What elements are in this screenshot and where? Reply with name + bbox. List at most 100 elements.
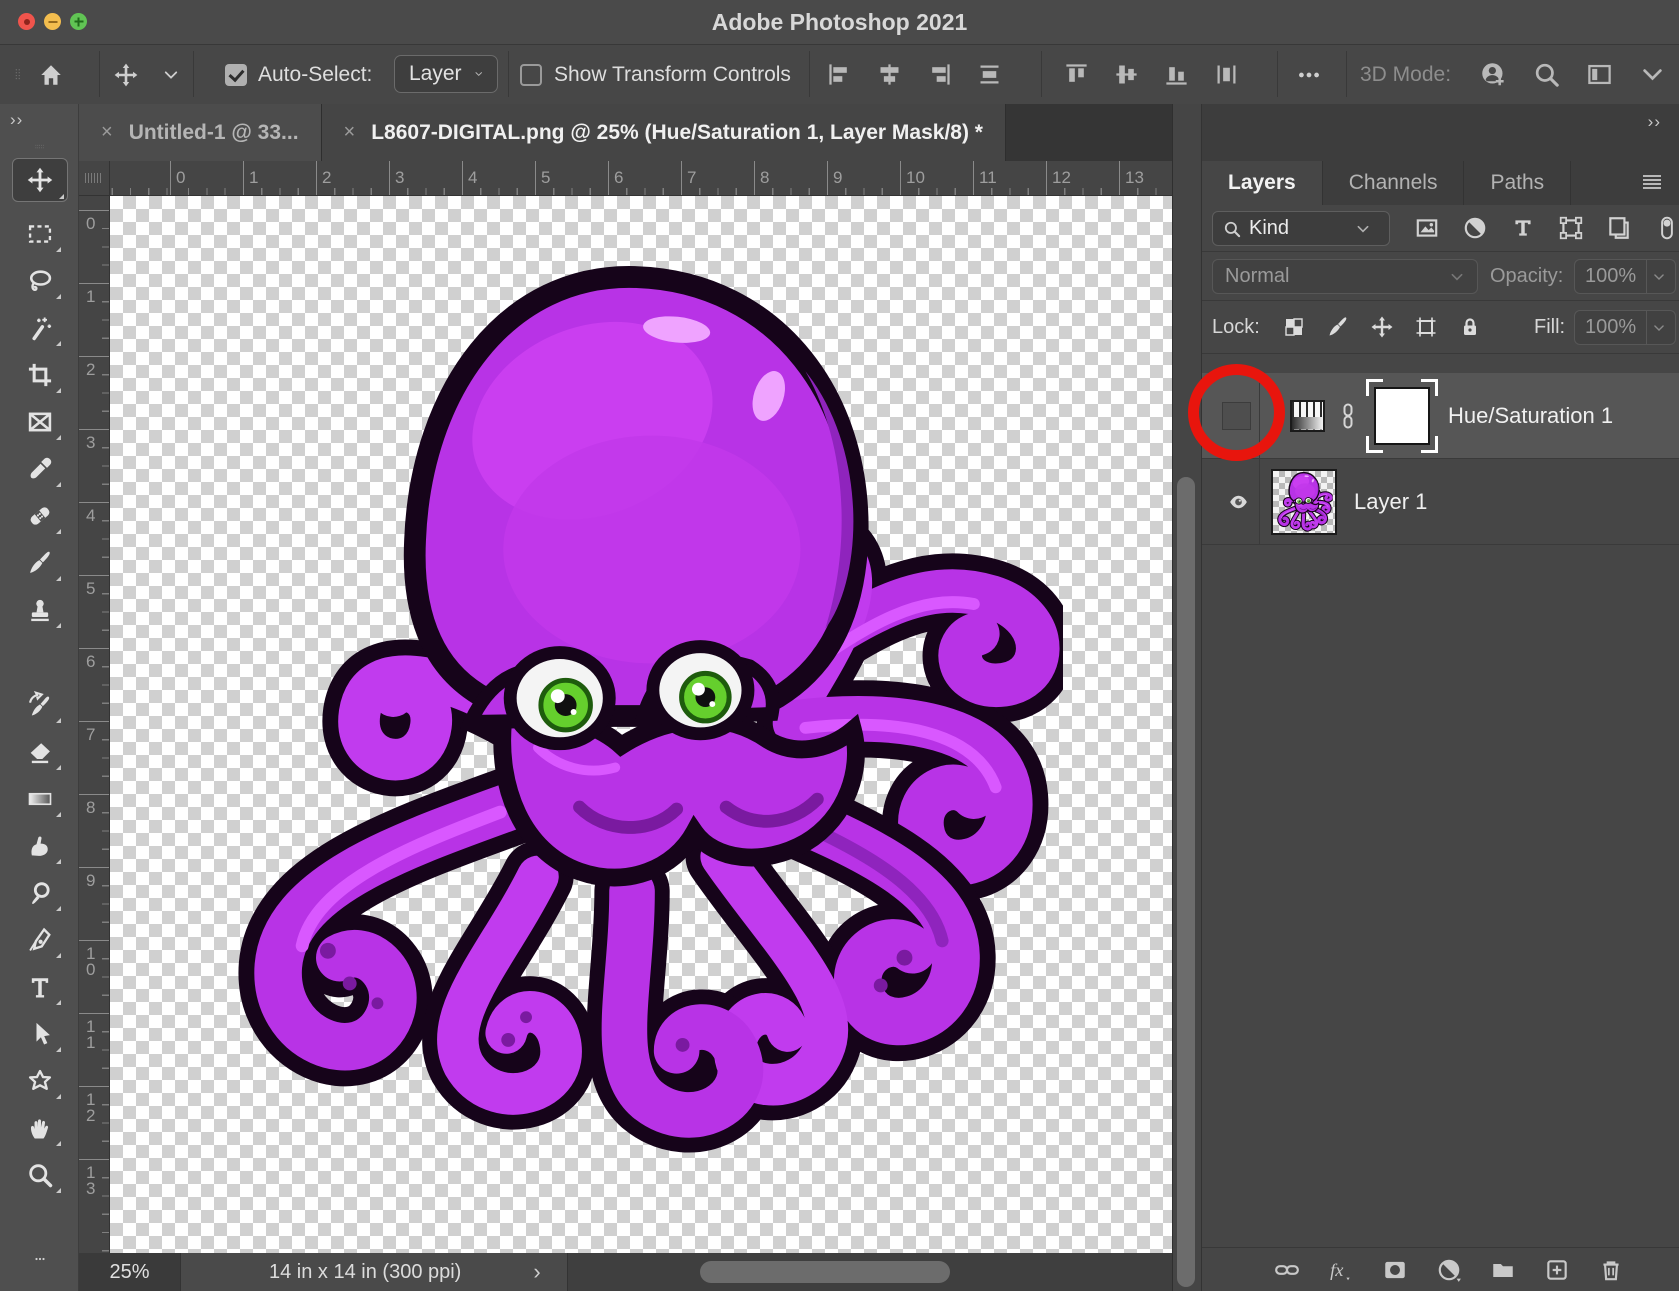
layer-name[interactable]: Layer 1 <box>1354 459 1427 545</box>
visibility-cell[interactable] <box>1202 459 1260 545</box>
move-tool[interactable] <box>12 158 68 202</box>
options-grip-icon[interactable] <box>14 63 28 87</box>
align-middle-v-icon[interactable] <box>1113 61 1140 88</box>
opacity-field[interactable]: 100% <box>1574 259 1676 294</box>
align-bottom-icon[interactable] <box>1163 61 1190 88</box>
pixel-layer-icon[interactable] <box>1414 215 1440 241</box>
align-center-h-icon[interactable] <box>876 61 903 88</box>
eyedropper-tool[interactable] <box>25 454 55 484</box>
tool-preset-chevron-icon[interactable] <box>162 66 180 84</box>
gradient-tool[interactable] <box>25 784 55 814</box>
auto-select-target-dropdown[interactable]: Layer <box>394 55 498 93</box>
tools-grip-icon[interactable] <box>22 142 58 152</box>
lock-artboard-icon[interactable] <box>1414 315 1438 339</box>
stamp-tool[interactable] <box>25 595 55 625</box>
smudge-tool[interactable] <box>25 831 55 861</box>
auto-select-target-value: Layer <box>409 62 462 86</box>
layer-name[interactable]: Hue/Saturation 1 <box>1448 373 1613 459</box>
panel-header: ›› <box>1202 104 1679 161</box>
account-add-icon[interactable] <box>1480 61 1507 88</box>
tab-channels[interactable]: Channels <box>1323 161 1465 205</box>
align-right-icon[interactable] <box>926 61 953 88</box>
zoom-level[interactable]: 25% <box>79 1253 180 1291</box>
tab-paths[interactable]: Paths <box>1464 161 1571 205</box>
ruler-corner[interactable] <box>79 161 110 196</box>
close-tab-icon[interactable]: × <box>101 121 113 144</box>
lasso-tool[interactable] <box>25 266 55 296</box>
ruler-mark: 3 <box>79 429 110 430</box>
document-dimensions: 14 in x 14 in (300 ppi) <box>269 1261 461 1284</box>
dodge-tool[interactable] <box>25 878 55 908</box>
frame-tool[interactable] <box>25 407 55 437</box>
document-tab[interactable]: × L8607-DIGITAL.png @ 25% (Hue/Saturation… <box>322 104 1006 161</box>
shape-tool[interactable] <box>25 1066 55 1096</box>
healing-tool[interactable] <box>25 501 55 531</box>
adjustment-layer-icon[interactable] <box>1462 215 1488 241</box>
eraser-tool[interactable] <box>25 737 55 767</box>
tools-expand-chevrons[interactable]: ›› <box>10 110 23 130</box>
mask-link-icon[interactable] <box>1336 395 1360 437</box>
distribute-v-icon[interactable] <box>1213 61 1240 88</box>
delete-layer-icon[interactable] <box>1598 1257 1624 1283</box>
add-mask-icon[interactable] <box>1382 1257 1408 1283</box>
layer-effects-icon[interactable]: fx <box>1328 1257 1354 1283</box>
marquee-tool[interactable] <box>25 219 55 249</box>
history-tool[interactable] <box>25 690 55 720</box>
layer-mask-thumbnail[interactable] <box>1366 379 1438 453</box>
type-layer-icon[interactable] <box>1510 215 1536 241</box>
tab-layers[interactable]: Layers <box>1202 161 1323 205</box>
move-tool-preset-icon[interactable] <box>113 62 139 88</box>
adjustment-layer-thumbnail[interactable] <box>1290 400 1325 432</box>
horizontal-scrollbar-thumb[interactable] <box>700 1261 950 1283</box>
eye-icon[interactable] <box>1225 492 1252 512</box>
wand-tool[interactable] <box>25 313 55 343</box>
lock-position-icon[interactable] <box>1370 315 1394 339</box>
document-tab-label: L8607-DIGITAL.png @ 25% (Hue/Saturation … <box>371 121 983 145</box>
ruler-mark: 10 <box>900 161 901 196</box>
show-transform-checkbox[interactable] <box>520 64 542 86</box>
align-top-icon[interactable] <box>1063 61 1090 88</box>
document-canvas[interactable] <box>110 196 1172 1253</box>
filter-switch-icon[interactable] <box>1654 215 1679 241</box>
link-layers-icon[interactable] <box>1274 1257 1300 1283</box>
distribute-h-icon[interactable] <box>976 61 1003 88</box>
type-tool[interactable] <box>25 972 55 1002</box>
horizontal-ruler[interactable]: 012345678910111213 <box>110 161 1172 196</box>
vertical-ruler[interactable]: 012345678910111213 <box>79 196 110 1253</box>
status-chevron[interactable]: › <box>533 1259 540 1285</box>
select-tool[interactable] <box>25 1019 55 1049</box>
auto-select-checkbox[interactable] <box>225 64 247 86</box>
home-icon[interactable] <box>38 62 64 88</box>
new-group-icon[interactable] <box>1490 1257 1516 1283</box>
zoom-tool[interactable] <box>25 1160 55 1190</box>
shape-layer-icon[interactable] <box>1558 215 1584 241</box>
hand-tool[interactable] <box>25 1113 55 1143</box>
panel-menu-icon[interactable] <box>1639 170 1665 194</box>
tools-overflow-icon[interactable] <box>24 1253 56 1265</box>
search-icon[interactable] <box>1533 61 1560 88</box>
vertical-scrollbar-thumb[interactable] <box>1177 477 1195 1287</box>
layer-thumbnail[interactable] <box>1271 469 1337 535</box>
panel-collapse-chevrons[interactable]: ›› <box>1648 112 1661 132</box>
brush-tool[interactable] <box>25 548 55 578</box>
new-layer-icon[interactable] <box>1544 1257 1570 1283</box>
new-adjustment-icon[interactable] <box>1436 1257 1462 1283</box>
workspace-icon[interactable] <box>1586 61 1613 88</box>
layer-row-layer-1[interactable]: Layer 1 <box>1202 459 1679 545</box>
lock-transparency-icon[interactable] <box>1282 315 1306 339</box>
chevron-icon[interactable] <box>1639 61 1666 88</box>
lock-all-icon[interactable] <box>1458 315 1482 339</box>
filter-kind-dropdown[interactable]: Kind <box>1212 211 1390 246</box>
blend-mode-dropdown[interactable]: Normal <box>1212 259 1478 294</box>
document-tab[interactable]: ×Untitled-1 @ 33... <box>79 104 322 161</box>
lock-pixels-icon[interactable] <box>1326 315 1350 339</box>
close-tab-icon[interactable]: × <box>344 121 356 144</box>
fill-label: Fill: <box>1534 301 1565 354</box>
document-info[interactable]: 14 in x 14 in (300 ppi) › <box>180 1253 568 1291</box>
smart-object-icon[interactable] <box>1606 215 1632 241</box>
pen-tool[interactable] <box>25 925 55 955</box>
align-left-icon[interactable] <box>826 61 853 88</box>
crop-tool[interactable] <box>25 360 55 390</box>
fill-field[interactable]: 100% <box>1574 310 1676 345</box>
more-options-icon[interactable] <box>1296 62 1322 88</box>
